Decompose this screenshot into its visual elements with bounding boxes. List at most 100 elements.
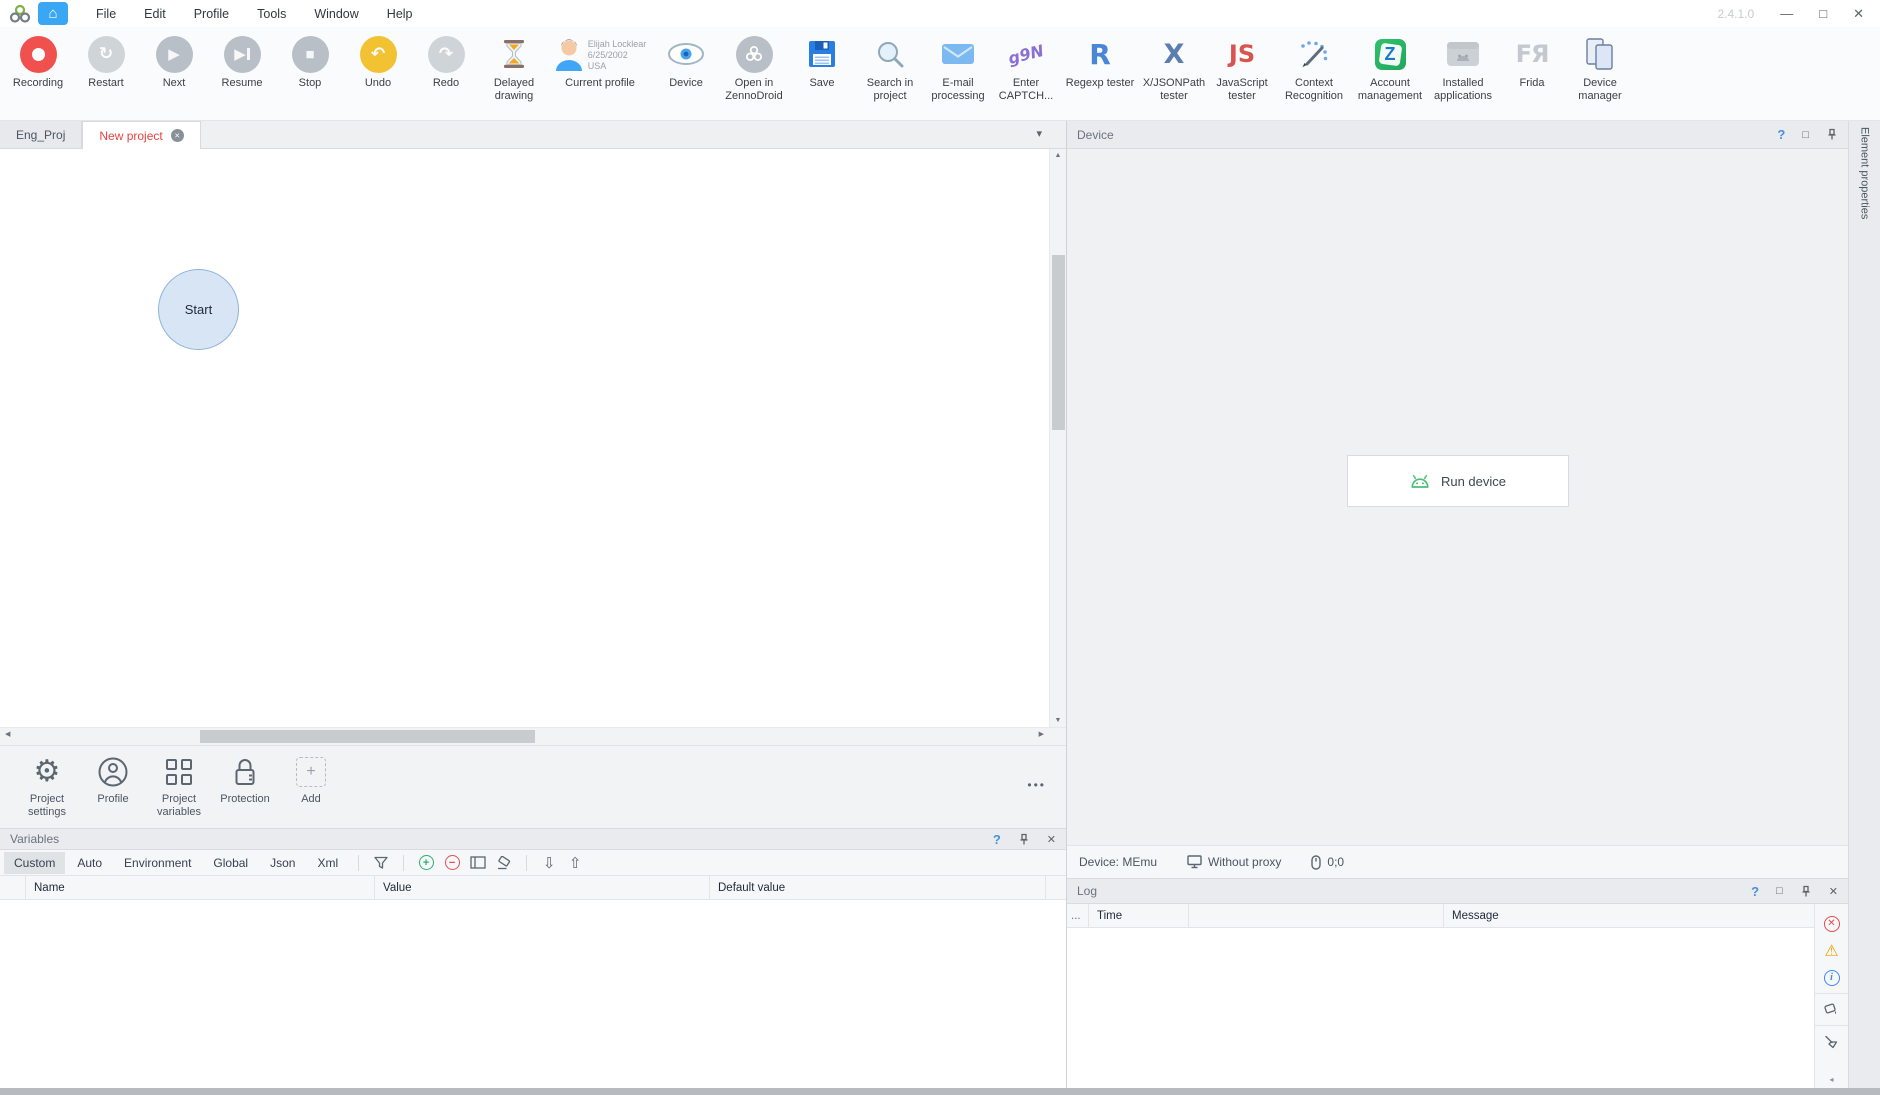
stop-button[interactable]: ■ Stop: [276, 34, 344, 90]
variables-help-icon[interactable]: ?: [993, 832, 1001, 847]
scroll-down-icon[interactable]: ▼: [1050, 717, 1066, 724]
vertical-scroll-thumb[interactable]: [1052, 255, 1065, 430]
variables-tab-json[interactable]: Json: [260, 852, 305, 874]
device-manager-button[interactable]: Device manager: [1566, 34, 1634, 102]
device-pin-icon[interactable]: [1826, 128, 1838, 141]
log-table-body[interactable]: [1067, 928, 1814, 1088]
variables-table-body[interactable]: [0, 900, 1066, 1088]
column-time[interactable]: Time: [1089, 904, 1189, 927]
column-message[interactable]: Message: [1444, 904, 1814, 927]
scroll-left-icon[interactable]: ◀: [5, 730, 10, 738]
undo-button[interactable]: ↶ Undo: [344, 34, 412, 90]
filter-icon[interactable]: [369, 856, 393, 870]
home-button[interactable]: ⌂: [38, 2, 68, 25]
remove-variable-icon[interactable]: −: [440, 855, 464, 870]
envelope-icon: [941, 34, 975, 74]
context-recognition-button[interactable]: Context Recognition: [1276, 34, 1352, 102]
horizontal-scroll-thumb[interactable]: [200, 730, 535, 743]
frida-button[interactable]: FЯ Frida: [1498, 34, 1566, 90]
run-device-button[interactable]: Run device: [1347, 455, 1569, 507]
scroll-right-icon[interactable]: ▶: [1039, 730, 1044, 738]
save-button[interactable]: Save: [788, 34, 856, 90]
flow-canvas[interactable]: Start: [0, 149, 1049, 727]
variables-tab-global[interactable]: Global: [203, 852, 258, 874]
column-value[interactable]: Value: [375, 876, 710, 899]
device-help-icon[interactable]: ?: [1777, 127, 1785, 142]
element-properties-tab[interactable]: Element properties: [1848, 121, 1880, 1088]
log-pin-icon[interactable]: [1800, 885, 1812, 898]
clear-log-button[interactable]: [1815, 1028, 1848, 1055]
menu-edit[interactable]: Edit: [130, 7, 180, 21]
javascript-tester-button[interactable]: JS JavaScript tester: [1208, 34, 1276, 102]
canvas-vertical-scrollbar[interactable]: ▲ ▼: [1049, 149, 1066, 727]
delayed-drawing-button[interactable]: Delayed drawing: [480, 34, 548, 102]
more-actions-button[interactable]: •••: [1027, 778, 1046, 792]
account-management-button[interactable]: Z Account management: [1352, 34, 1428, 102]
resume-button[interactable]: ▶ Resume: [208, 34, 276, 90]
log-maximize-icon[interactable]: □: [1776, 885, 1783, 897]
project-settings-button[interactable]: ⚙ Project settings: [14, 756, 80, 818]
undo-icon: ↶: [360, 36, 397, 73]
menu-tools[interactable]: Tools: [243, 7, 300, 21]
profile-name: Elijah Locklear: [588, 39, 647, 50]
warnings-filter-button[interactable]: ⚠: [1815, 937, 1848, 964]
next-icon: ▶: [156, 36, 193, 73]
add-variable-icon[interactable]: +: [414, 855, 438, 870]
add-action-button[interactable]: + Add: [278, 756, 344, 806]
recording-button[interactable]: Recording: [4, 34, 72, 90]
profile-avatar-icon: [554, 37, 584, 71]
collapse-strip-icon[interactable]: ◂: [1829, 1075, 1833, 1084]
variables-tab-xml[interactable]: Xml: [307, 852, 348, 874]
current-profile-button[interactable]: Elijah Locklear 6/25/2002 USA Current pr…: [548, 34, 652, 90]
column-dots[interactable]: ...: [1067, 904, 1089, 927]
tab-list-dropdown-icon[interactable]: ▾: [1036, 127, 1042, 140]
scroll-up-icon[interactable]: ▲: [1050, 152, 1066, 159]
variables-pin-icon[interactable]: [1018, 833, 1030, 846]
tab-eng-proj[interactable]: Eng_Proj: [0, 121, 82, 148]
regexp-tester-button[interactable]: R Regexp tester: [1060, 34, 1140, 90]
lock-icon: [232, 756, 258, 788]
restart-button[interactable]: ↻ Restart: [72, 34, 140, 90]
tab-close-icon[interactable]: ✕: [171, 129, 184, 142]
project-variables-button[interactable]: Project variables: [146, 756, 212, 818]
email-processing-button[interactable]: E-mail processing: [924, 34, 992, 102]
menu-window[interactable]: Window: [300, 7, 372, 21]
start-node[interactable]: Start: [158, 269, 239, 350]
redo-button[interactable]: ↷ Redo: [412, 34, 480, 90]
log-close-icon[interactable]: ✕: [1829, 885, 1838, 898]
menu-help[interactable]: Help: [373, 7, 427, 21]
tab-new-project[interactable]: New project ✕: [82, 121, 200, 149]
variables-tab-custom[interactable]: Custom: [4, 852, 65, 874]
xjsonpath-tester-button[interactable]: X X/JSONPath tester: [1140, 34, 1208, 102]
menu-profile[interactable]: Profile: [180, 7, 243, 21]
column-name[interactable]: Name: [26, 876, 375, 899]
minimize-button[interactable]: —: [1780, 6, 1793, 21]
highlight-log-button[interactable]: [1815, 996, 1848, 1023]
proxy-status[interactable]: Without proxy: [1187, 855, 1281, 869]
search-in-project-button[interactable]: Search in project: [856, 34, 924, 102]
info-filter-button[interactable]: i: [1815, 964, 1848, 991]
panel-view-icon[interactable]: [466, 856, 490, 869]
device-maximize-icon[interactable]: □: [1802, 129, 1809, 141]
column-default-value[interactable]: Default value: [710, 876, 1046, 899]
protection-button[interactable]: Protection: [212, 756, 278, 806]
log-panel-title: Log: [1077, 884, 1097, 898]
next-button[interactable]: ▶ Next: [140, 34, 208, 90]
canvas-horizontal-scrollbar[interactable]: ◀ ▶: [0, 728, 1049, 745]
maximize-button[interactable]: □: [1819, 6, 1827, 21]
profile-button[interactable]: Profile: [80, 756, 146, 806]
move-up-icon[interactable]: ⇧: [563, 854, 587, 872]
errors-filter-button[interactable]: ✕: [1815, 910, 1848, 937]
enter-captcha-button[interactable]: g9N Enter CAPTCH...: [992, 34, 1060, 102]
log-help-icon[interactable]: ?: [1751, 884, 1759, 899]
variables-tab-environment[interactable]: Environment: [114, 852, 201, 874]
menu-file[interactable]: File: [82, 7, 130, 21]
move-down-icon[interactable]: ⇩: [537, 854, 561, 872]
open-in-zennodroid-button[interactable]: Open in ZennoDroid: [720, 34, 788, 102]
device-button[interactable]: Device: [652, 34, 720, 90]
variables-close-icon[interactable]: ✕: [1047, 833, 1056, 846]
eraser-icon[interactable]: [492, 856, 516, 870]
installed-applications-button[interactable]: Installed applications: [1428, 34, 1498, 102]
close-button[interactable]: ✕: [1853, 6, 1864, 22]
variables-tab-auto[interactable]: Auto: [67, 852, 112, 874]
